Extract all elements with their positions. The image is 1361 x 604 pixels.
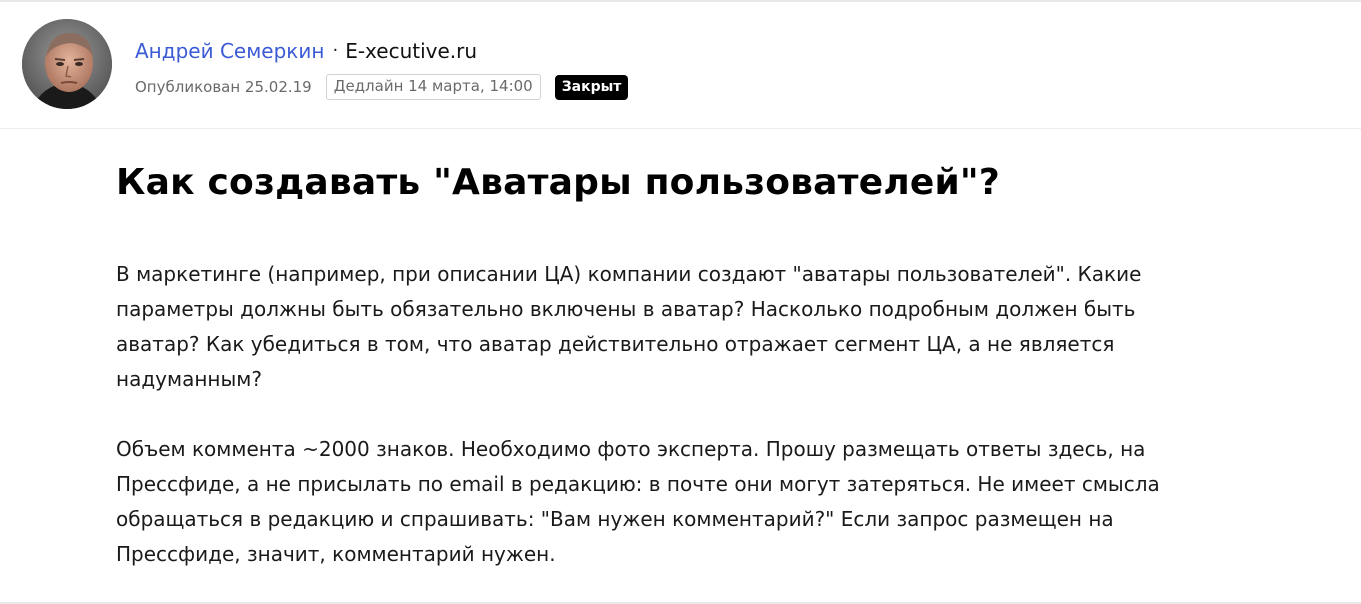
published-date: Опубликован 25.02.19 <box>135 78 312 96</box>
separator-dot: · <box>332 39 339 61</box>
status-badge: Закрыт <box>554 74 629 100</box>
deadline-badge: Дедлайн 14 марта, 14:00 <box>325 74 541 100</box>
request-page: Андрей Семеркин · E-xecutive.ru Опублико… <box>0 0 1361 604</box>
request-paragraph: Объем коммента ~2000 знаков. Необходимо … <box>116 437 1160 566</box>
meta-line: Опубликован 25.02.19 Дедлайн 14 марта, 1… <box>135 74 629 100</box>
request-header: Андрей Семеркин · E-xecutive.ru Опублико… <box>0 2 1361 129</box>
author-avatar[interactable] <box>22 19 112 109</box>
author-line: Андрей Семеркин · E-xecutive.ru <box>135 37 477 65</box>
author-photo <box>22 19 112 109</box>
request-paragraph: В маркетинге (например, при описании ЦА)… <box>116 262 1142 391</box>
outlet-name: E-xecutive.ru <box>345 39 478 63</box>
request-title: Как создавать "Аватары пользователей"? <box>116 162 1000 203</box>
author-name-link[interactable]: Андрей Семеркин <box>135 39 324 63</box>
